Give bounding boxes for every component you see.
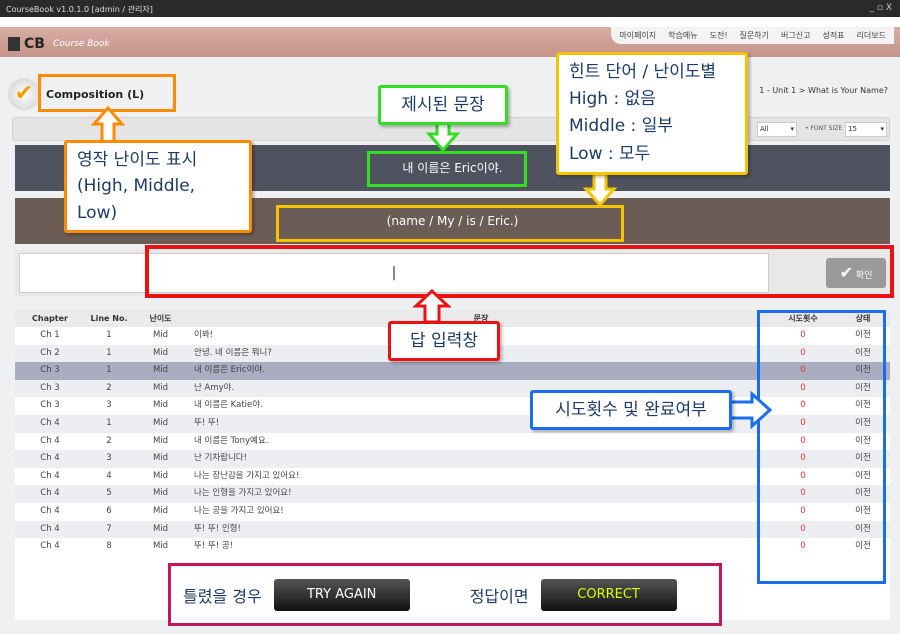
correct-label: 정답이면 [469,586,529,606]
try-again-button[interactable]: TRY AGAIN [273,578,410,611]
callout-attempts: 시도횟수 및 완료여부 [530,390,732,431]
callout-text: 영작 난이도 표시 [77,150,198,170]
callout-hint: 힌트 단어 / 난이도별 High : 없음 Middle : 일부 Low : 모두 [556,52,748,175]
callout-text: (High, Middle, Low) [77,176,196,223]
arrow-down-icon [582,172,618,208]
arrow-up-icon [412,288,452,324]
callout-difficulty: 영작 난이도 표시 (High, Middle, Low) [64,140,252,234]
arrow-right-icon [728,390,773,430]
callout-text: High : 없음 [569,89,656,110]
correct-button[interactable]: CORRECT [540,578,677,611]
callout-text: Middle : 일부 [569,116,673,137]
arrow-up-icon [90,105,126,144]
callout-text: 힌트 단어 / 난이도별 [569,62,717,82]
callout-answer: 답 입력창 [388,321,500,362]
callout-text: Low : 모두 [569,143,651,164]
wrong-label: 틀렸을 경우 [183,586,262,606]
callout-sentence: 제시된 문장 [378,85,508,126]
result-buttons-legend: 틀렸을 경우 TRY AGAIN 정답이면 CORRECT [168,563,722,626]
